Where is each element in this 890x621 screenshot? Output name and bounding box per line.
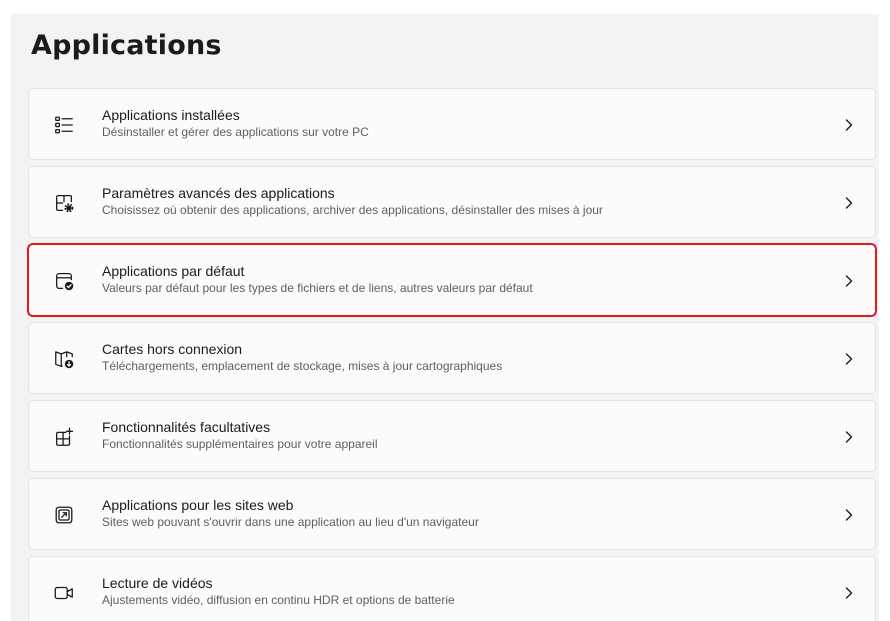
settings-item-advanced-app-settings[interactable]: Paramètres avancés des applications Choi… [28, 166, 876, 238]
video-camera-icon [52, 581, 76, 605]
list-icon [52, 113, 76, 137]
chevron-right-icon [841, 272, 857, 290]
item-title: Applications pour les sites web [102, 497, 294, 513]
page-title: Applications [31, 30, 222, 61]
chevron-right-icon [841, 584, 857, 602]
item-title: Cartes hors connexion [102, 341, 243, 357]
item-title: Lecture de vidéos [102, 575, 213, 591]
chevron-right-icon [841, 116, 857, 134]
item-description: Désinstaller et gérer des applications s… [102, 125, 369, 139]
item-description: Sites web pouvant s'ouvrir dans une appl… [102, 515, 479, 529]
settings-item-installed-apps[interactable]: Applications installées Désinstaller et … [28, 88, 876, 160]
settings-item-optional-features[interactable]: Fonctionnalités facultatives Fonctionnal… [28, 400, 876, 472]
item-description: Choisissez où obtenir des applications, … [102, 203, 603, 217]
chevron-right-icon [841, 506, 857, 524]
chevron-right-icon [841, 428, 857, 446]
settings-window: Applications Applications installées Dés… [11, 14, 879, 621]
item-description: Valeurs par défaut pour les types de fic… [102, 281, 533, 295]
open-in-app-icon [52, 503, 76, 527]
item-description: Fonctionnalités supplémentaires pour vot… [102, 437, 378, 451]
item-title: Applications par défaut [102, 263, 245, 279]
item-title: Paramètres avancés des applications [102, 185, 335, 201]
app-settings-gear-icon [52, 191, 76, 215]
chevron-right-icon [841, 194, 857, 212]
item-description: Ajustements vidéo, diffusion en continu … [102, 593, 455, 607]
add-feature-grid-icon [52, 425, 76, 449]
settings-item-default-apps[interactable]: Applications par défaut Valeurs par défa… [27, 243, 877, 317]
settings-item-apps-for-websites[interactable]: Applications pour les sites web Sites we… [28, 478, 876, 550]
item-description: Téléchargements, emplacement de stockage… [102, 359, 503, 373]
settings-item-offline-maps[interactable]: Cartes hors connexion Téléchargements, e… [28, 322, 876, 394]
chevron-right-icon [841, 350, 857, 368]
map-download-icon [52, 347, 76, 371]
item-title: Applications installées [102, 107, 240, 123]
settings-item-video-playback[interactable]: Lecture de vidéos Ajustements vidéo, dif… [28, 556, 876, 621]
item-title: Fonctionnalités facultatives [102, 419, 271, 435]
default-app-check-icon [52, 269, 76, 293]
